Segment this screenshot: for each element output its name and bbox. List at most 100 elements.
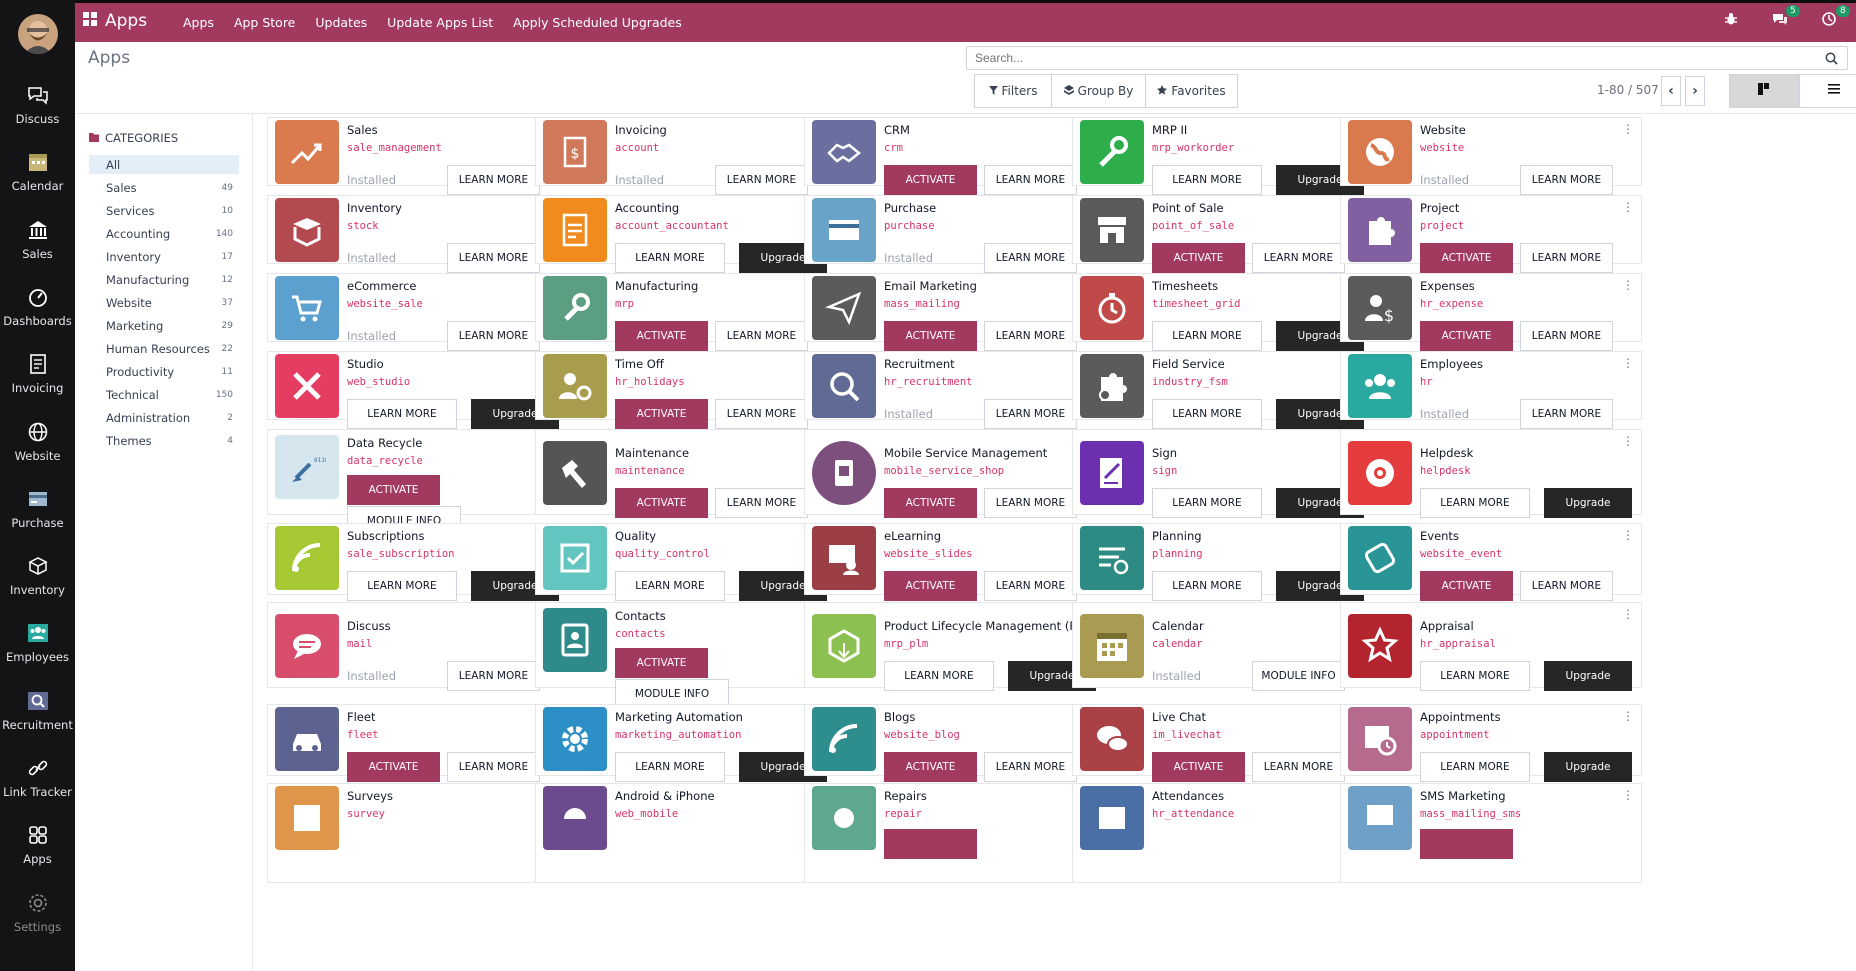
learn-more-button[interactable]: LEARN MORE [615,243,725,273]
learn-more-button[interactable]: LEARN MORE [347,399,457,429]
learn-more-button[interactable]: LEARN MORE [447,321,540,351]
learn-more-button[interactable]: LEARN MORE [715,321,808,351]
learn-more-button[interactable]: LEARN MORE [984,752,1077,782]
upgrade-button[interactable]: Upgrade [1544,488,1632,518]
filters-button[interactable]: Filters [974,74,1052,108]
category-all[interactable]: All [89,155,239,174]
card-menu-dots-icon[interactable]: ⋮ [1622,435,1634,447]
learn-more-button[interactable]: LEARN MORE [447,165,540,195]
category-productivity[interactable]: Productivity 11 [89,362,239,381]
activate-button[interactable]: ACTIVATE [1152,752,1245,782]
activity-clock-icon[interactable]: 8 [1822,5,1850,30]
pager-previous-button[interactable]: ‹ [1661,76,1681,106]
list-view-button[interactable] [1799,74,1856,108]
search-icon[interactable] [1825,50,1839,65]
learn-more-button[interactable]: LEARN MORE [447,661,540,691]
activate-button[interactable]: ACTIVATE [1152,243,1245,273]
launcher-dashboards[interactable]: Dashboards [0,286,75,328]
launcher-purchase[interactable]: Purchase [0,488,75,530]
learn-more-button[interactable]: LEARN MORE [1520,243,1613,273]
activate-button[interactable]: ACTIVATE [884,488,977,518]
menu-app-store[interactable]: App Store [224,15,305,30]
learn-more-button[interactable]: LEARN MORE [1520,321,1613,351]
menu-update-apps-list[interactable]: Update Apps List [377,15,503,30]
activate-button[interactable]: ACTIVATE [347,475,440,505]
launcher-discuss[interactable]: Discuss [0,84,75,126]
learn-more-button[interactable]: LEARN MORE [984,243,1077,273]
learn-more-button[interactable]: LEARN MORE [1152,571,1262,601]
category-themes[interactable]: Themes 4 [89,431,239,450]
learn-more-button[interactable]: LEARN MORE [1152,321,1262,351]
debug-bug-icon[interactable] [1724,11,1738,30]
kanban-view-button[interactable] [1729,74,1799,108]
learn-more-button[interactable]: LEARN MORE [1420,752,1530,782]
activate-button[interactable] [884,829,977,859]
learn-more-button[interactable]: LEARN MORE [1152,399,1262,429]
card-menu-dots-icon[interactable]: ⋮ [1622,710,1634,722]
activate-button[interactable]: ACTIVATE [884,571,977,601]
learn-more-button[interactable]: LEARN MORE [1252,243,1345,273]
activate-button[interactable]: ACTIVATE [884,321,977,351]
learn-more-button[interactable]: LEARN MORE [984,399,1077,429]
pager-value[interactable]: 1-80 / 507 [1597,83,1659,97]
launcher-inventory[interactable]: Inventory [0,555,75,597]
launcher-apps[interactable]: Apps [0,824,75,866]
category-inventory[interactable]: Inventory 17 [89,247,239,266]
learn-more-button[interactable]: LEARN MORE [447,243,540,273]
learn-more-button[interactable]: LEARN MORE [1420,661,1530,691]
learn-more-button[interactable]: LEARN MORE [1420,488,1530,518]
brand[interactable]: Apps [83,11,147,31]
activate-button[interactable]: ACTIVATE [615,321,708,351]
learn-more-button[interactable]: LEARN MORE [984,165,1077,195]
category-administration[interactable]: Administration 2 [89,408,239,427]
learn-more-button[interactable]: LEARN MORE [984,571,1077,601]
learn-more-button[interactable]: LEARN MORE [715,165,808,195]
activate-button[interactable]: ACTIVATE [884,752,977,782]
launcher-employees[interactable]: Employees [0,622,75,664]
activate-button[interactable]: ACTIVATE [884,165,977,195]
category-services[interactable]: Services 10 [89,201,239,220]
launcher-calendar[interactable]: Calendar [0,151,75,193]
learn-more-button[interactable]: LEARN MORE [1152,488,1262,518]
launcher-website[interactable]: Website [0,421,75,463]
activate-button[interactable]: ACTIVATE [615,399,708,429]
launcher-invoicing[interactable]: Invoicing [0,353,75,395]
category-technical[interactable]: Technical 150 [89,385,239,404]
card-menu-dots-icon[interactable]: ⋮ [1622,279,1634,291]
search-input[interactable] [966,46,1848,70]
launcher-link-tracker[interactable]: Link Tracker [0,757,75,799]
menu-apply-scheduled-upgrades[interactable]: Apply Scheduled Upgrades [503,15,692,30]
activate-button[interactable]: ACTIVATE [615,648,708,678]
app-grid-icon[interactable] [83,11,97,31]
learn-more-button[interactable]: LEARN MORE [984,488,1077,518]
upgrade-button[interactable]: Upgrade [1544,752,1632,782]
activate-button[interactable]: ACTIVATE [615,488,708,518]
learn-more-button[interactable]: LEARN MORE [1520,165,1613,195]
learn-more-button[interactable]: LEARN MORE [884,661,994,691]
learn-more-button[interactable]: LEARN MORE [1152,165,1262,195]
launcher-sales[interactable]: Sales [0,219,75,261]
pager-next-button[interactable]: › [1685,76,1705,106]
learn-more-button[interactable]: LEARN MORE [447,752,540,782]
card-menu-dots-icon[interactable]: ⋮ [1622,608,1634,620]
learn-more-button[interactable]: LEARN MORE [715,399,808,429]
module-info-button[interactable]: MODULE INFO [1252,661,1345,691]
category-marketing[interactable]: Marketing 29 [89,316,239,335]
messages-icon[interactable]: 5 [1772,5,1800,30]
learn-more-button[interactable]: LEARN MORE [1520,399,1613,429]
group-by-button[interactable]: Group By [1051,74,1146,108]
avatar[interactable] [18,14,58,54]
launcher-settings[interactable]: Settings [0,892,75,934]
activate-button[interactable]: ACTIVATE [347,752,440,782]
learn-more-button[interactable]: LEARN MORE [1252,752,1345,782]
card-menu-dots-icon[interactable]: ⋮ [1622,789,1634,801]
card-menu-dots-icon[interactable]: ⋮ [1622,201,1634,213]
category-human-resources[interactable]: Human Resources 22 [89,339,239,358]
category-sales[interactable]: Sales 49 [89,178,239,197]
card-menu-dots-icon[interactable]: ⋮ [1622,123,1634,135]
menu-updates[interactable]: Updates [305,15,377,30]
learn-more-button[interactable]: LEARN MORE [1520,571,1613,601]
learn-more-button[interactable]: LEARN MORE [347,571,457,601]
activate-button[interactable]: ACTIVATE [1420,571,1513,601]
launcher-recruitment[interactable]: Recruitment [0,690,75,732]
